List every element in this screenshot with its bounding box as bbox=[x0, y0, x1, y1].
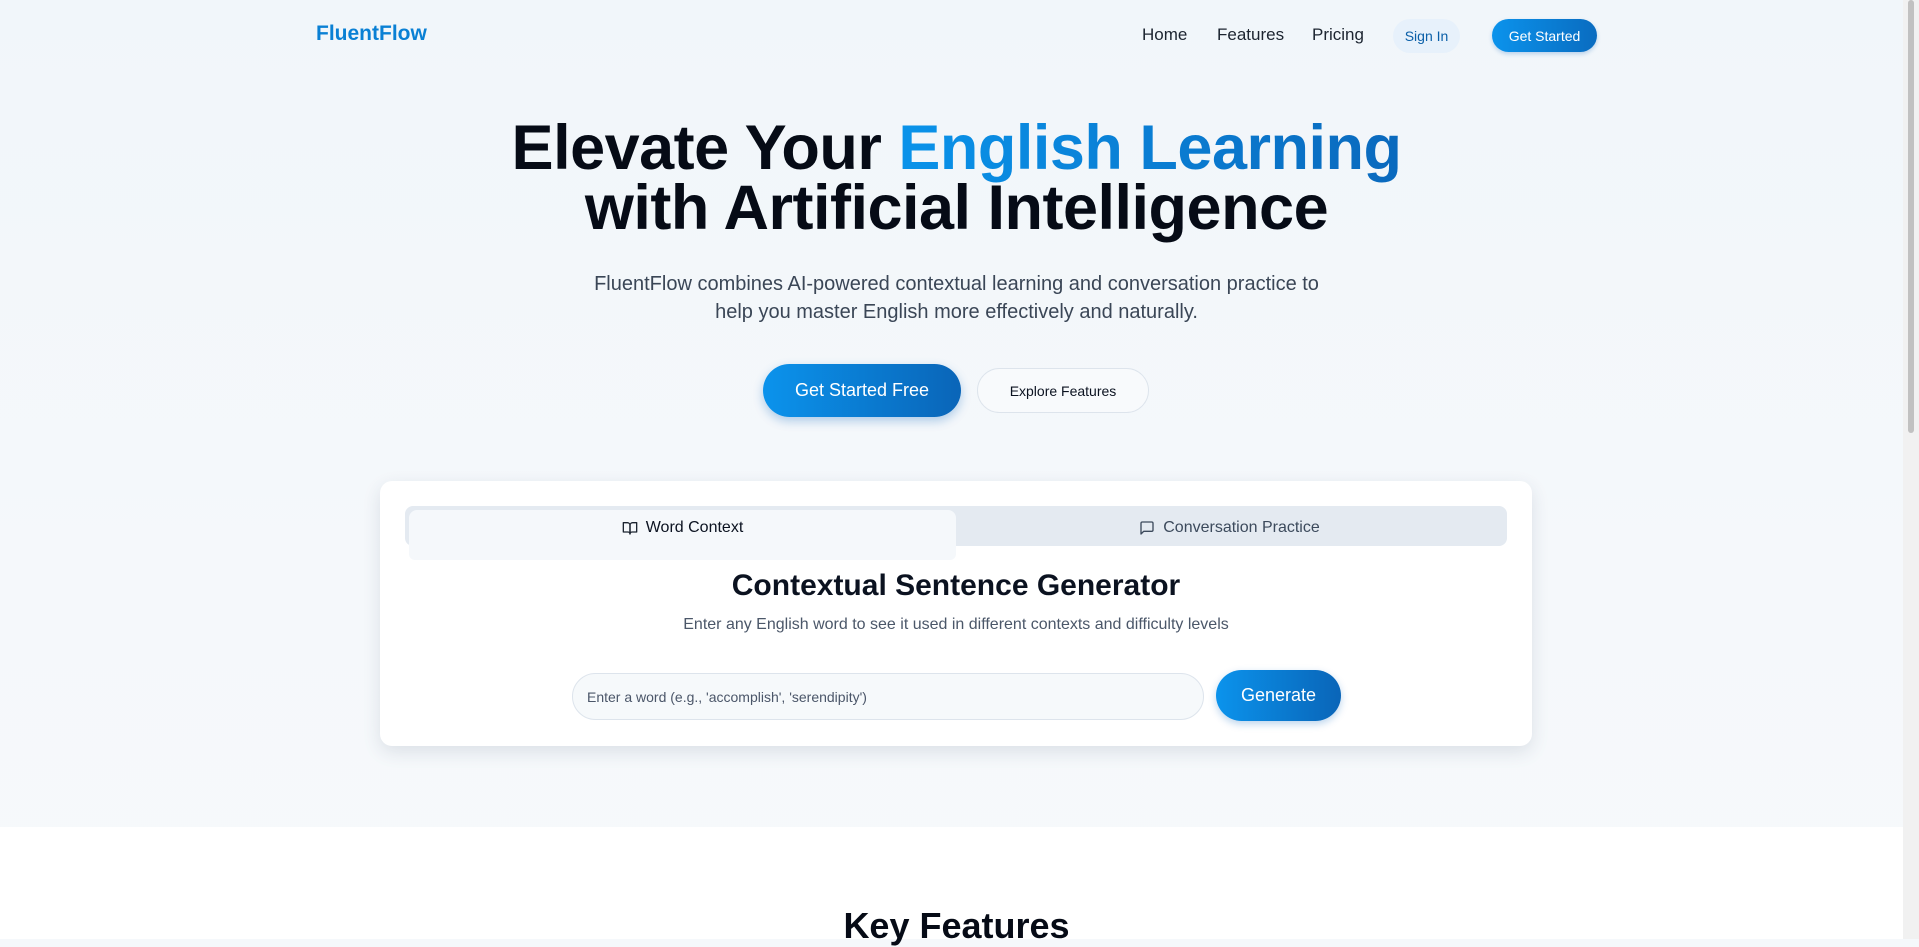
top-nav: Home Features Pricing Sign In Get Starte… bbox=[0, 19, 1903, 53]
hero-subtitle-line1: FluentFlow combines AI-powered contextua… bbox=[594, 273, 1319, 295]
generate-button[interactable]: Generate bbox=[1216, 670, 1341, 721]
generator-subtitle: Enter any English word to see it used in… bbox=[683, 616, 1229, 633]
hero-title: Elevate Your English Learning with Artifi… bbox=[0, 117, 1913, 240]
nav-pricing-link[interactable]: Pricing bbox=[1312, 25, 1364, 45]
generator-tabs: Word Context Conversation Practice bbox=[405, 506, 1507, 560]
key-features-title: Key Features bbox=[843, 905, 1070, 946]
tab-conversation-practice[interactable]: Conversation Practice bbox=[956, 510, 1503, 560]
word-input[interactable] bbox=[572, 673, 1204, 720]
get-started-button[interactable]: Get Started bbox=[1492, 19, 1597, 52]
sign-in-button[interactable]: Sign In bbox=[1393, 19, 1460, 53]
generator-title: Contextual Sentence Generator bbox=[731, 569, 1181, 602]
scrollbar-thumb[interactable] bbox=[1908, 0, 1914, 433]
tab-word-context[interactable]: Word Context bbox=[409, 510, 956, 560]
hero-subtitle: FluentFlow combines AI-powered contextua… bbox=[0, 270, 1913, 326]
key-features-section: Key Features bbox=[0, 827, 1903, 946]
get-started-free-button[interactable]: Get Started Free bbox=[763, 364, 961, 417]
message-square-icon bbox=[1140, 521, 1154, 535]
hero-title-line2: with Artificial Intelligence bbox=[584, 173, 1329, 243]
tab-word-context-label: Word Context bbox=[645, 519, 744, 536]
tab-conversation-practice-label: Conversation Practice bbox=[1163, 519, 1320, 536]
page: FluentFlow Home Features Pricing Sign In… bbox=[0, 0, 1903, 946]
book-open-icon bbox=[622, 522, 638, 535]
nav-home-link[interactable]: Home bbox=[1142, 25, 1187, 45]
nav-features-link[interactable]: Features bbox=[1217, 25, 1284, 45]
explore-features-button[interactable]: Explore Features bbox=[977, 368, 1149, 413]
generator-card: Word Context Conversation Practice Conte… bbox=[380, 481, 1532, 746]
page-scrollbar[interactable] bbox=[1903, 0, 1919, 939]
hero-subtitle-line2: help you master English more effectively… bbox=[715, 301, 1198, 323]
